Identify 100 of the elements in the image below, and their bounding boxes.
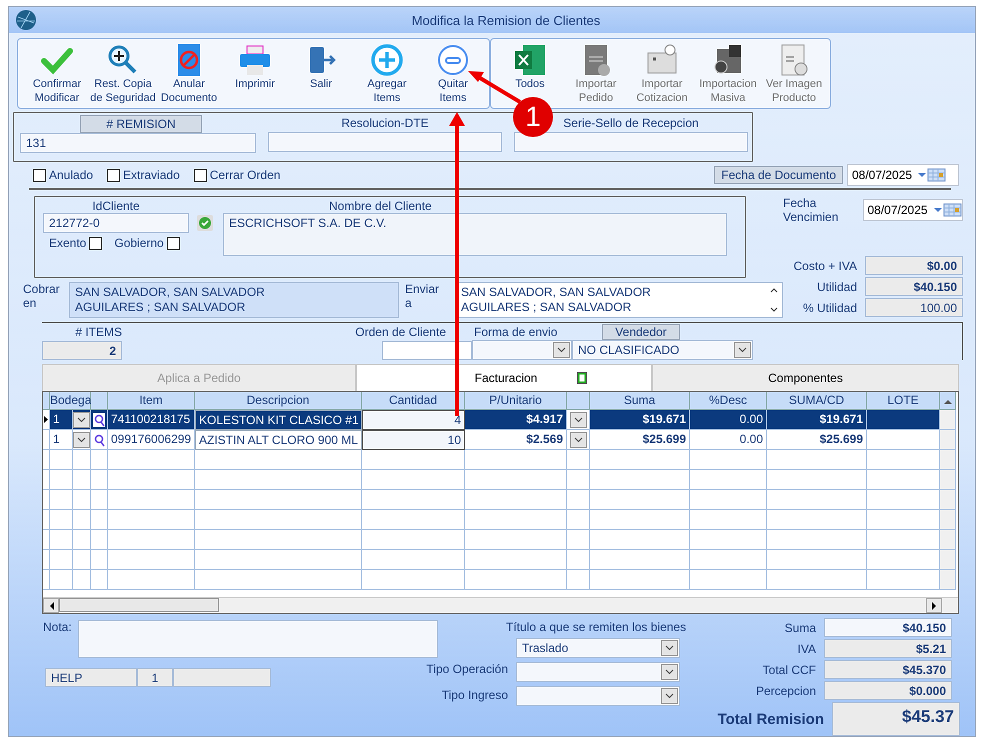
column-header: P/Unitario [465, 392, 567, 410]
table-cell: AZISTIN ALT CLORO 900 ML [195, 430, 362, 450]
orden-label: Orden de Cliente [355, 324, 446, 338]
cost-value: 100.00 [865, 298, 963, 317]
nombre-field[interactable]: ESCRICHSOFT S.A. DE C.V. [223, 213, 727, 256]
tipo-ingreso-dropdown[interactable] [516, 686, 680, 706]
orden-field[interactable] [382, 340, 472, 360]
vendedor-dropdown[interactable]: NO CLASIFICADO [572, 340, 753, 360]
caret-icon [738, 347, 747, 353]
toolbar-button[interactable]: Confirmar Modificar [24, 43, 90, 105]
table-cell [73, 490, 91, 510]
quantity-field[interactable]: 10 [362, 430, 465, 450]
caret-icon [665, 693, 674, 699]
total-label: IVA [796, 642, 816, 656]
table-cell [50, 470, 73, 490]
quantity-field[interactable]: 4 [362, 410, 465, 430]
caret-icon [665, 645, 674, 651]
dropdown-button[interactable] [570, 412, 586, 428]
toolbar-button[interactable]: Quitar Items [420, 43, 486, 105]
table-cell [73, 470, 91, 490]
forma-dropdown[interactable] [472, 340, 572, 360]
idcliente-label: IdCliente [92, 199, 140, 213]
toolbar-button[interactable]: Todos [497, 43, 563, 91]
tipo-operacion-dropdown[interactable] [516, 662, 680, 682]
table-cell [91, 570, 108, 590]
caret-icon [574, 436, 582, 442]
checkbox[interactable]: Anulado [33, 168, 94, 182]
resolucion-field[interactable] [268, 132, 502, 152]
status-field: 1 [137, 668, 173, 687]
checkbox[interactable]: Extraviado [107, 168, 180, 182]
titulo-dropdown[interactable]: Traslado [516, 638, 680, 658]
toolbar-button[interactable]: Imprimir [222, 43, 288, 91]
scroll-up-icon [944, 399, 952, 404]
status-field: HELP [45, 668, 137, 687]
address-label: Enviar a [405, 282, 440, 310]
column-header: Bodega [50, 392, 91, 410]
table-row[interactable]: 1 099176006299 AZISTIN ALT CLORO 900 ML 10 $2.569 $25.699 0.00 $25.699 [43, 430, 958, 450]
table-cell [50, 450, 73, 470]
table-cell [567, 550, 590, 570]
table-cell [91, 470, 108, 490]
tab[interactable]: Facturacion [356, 364, 652, 391]
date-picker[interactable]: 08/07/2025 [862, 199, 964, 221]
table-cell [50, 570, 73, 590]
toolbar-button[interactable]: Anular Documento [156, 43, 222, 105]
total-value: $45.370 [824, 660, 952, 679]
serie-field[interactable] [514, 132, 748, 152]
column-header: Suma [590, 392, 690, 410]
table-cell: 1 [50, 430, 73, 450]
caret-icon [77, 436, 86, 442]
table-cell: $25.699 [767, 430, 867, 450]
table-cell: 0.00 [690, 430, 767, 450]
table-cell: $25.699 [590, 430, 690, 450]
date-picker[interactable]: 08/07/2025 [847, 164, 959, 186]
spreadsheet-icon [513, 43, 547, 77]
nota-field[interactable] [78, 620, 438, 658]
total-value: $0.000 [824, 681, 952, 700]
total-label: Suma [784, 620, 816, 634]
lookup-icon[interactable] [93, 432, 105, 446]
tipo-operacion-label: Tipo Operación [426, 662, 508, 676]
plus-circle-icon [370, 43, 404, 77]
remision-field[interactable]: 131 [20, 133, 256, 153]
table-cell [567, 530, 590, 550]
table-cell [73, 570, 91, 590]
scrollbar-thumb[interactable] [59, 598, 219, 612]
resolucion-label: Resolucion-DTE [341, 116, 429, 130]
column-header: SUMA/CD [767, 392, 867, 410]
scroll-right-icon[interactable] [926, 598, 942, 613]
minus-circle-icon [436, 43, 470, 77]
column-header: %Desc [690, 392, 767, 410]
address-label: Cobrar en [23, 282, 61, 310]
address-field[interactable]: SAN SALVADOR, SAN SALVADOR AGUILARES ; SAN SALVADOR [69, 282, 399, 318]
table-cell: 741100218175 [108, 410, 195, 430]
table-cell: $19.671 [767, 410, 867, 430]
table-cell [91, 510, 108, 530]
scroll-left-icon[interactable] [43, 598, 59, 613]
cost-value: $0.00 [865, 256, 963, 275]
serie-label: Serie-Sello de Recepcion [563, 116, 699, 130]
calendar-icon [934, 203, 962, 217]
checkbox[interactable]: Exento [49, 236, 102, 250]
table-cell [91, 550, 108, 570]
lookup-icon[interactable] [93, 412, 105, 426]
table-cell [567, 510, 590, 530]
table-cell [73, 450, 91, 470]
table-cell [567, 450, 590, 470]
table-cell [91, 490, 108, 510]
column-header [91, 392, 108, 410]
checkbox[interactable]: Gobierno [114, 236, 180, 250]
toolbar-button[interactable]: Agregar Items [354, 43, 420, 105]
dropdown-button[interactable] [570, 432, 586, 448]
checkbox[interactable]: Cerrar Orden [194, 168, 280, 182]
table-cell [567, 570, 590, 590]
table-cell [73, 510, 91, 530]
calendar-icon [918, 168, 946, 182]
tab[interactable]: Componentes [652, 364, 959, 391]
table-row[interactable]: 1 741100218175 KOLESTON KIT CLASICO #1 4 $4.917 $19.671 0.00 $19.671 [43, 410, 958, 430]
nota-label: Nota: [43, 620, 72, 634]
toolbar-button[interactable]: Rest. Copia de Seguridad [90, 43, 156, 105]
toolbar-button[interactable]: Salir [288, 43, 354, 91]
scroll-arrows-icon [770, 287, 778, 313]
idcliente-field[interactable]: 212772-0 [43, 213, 189, 233]
